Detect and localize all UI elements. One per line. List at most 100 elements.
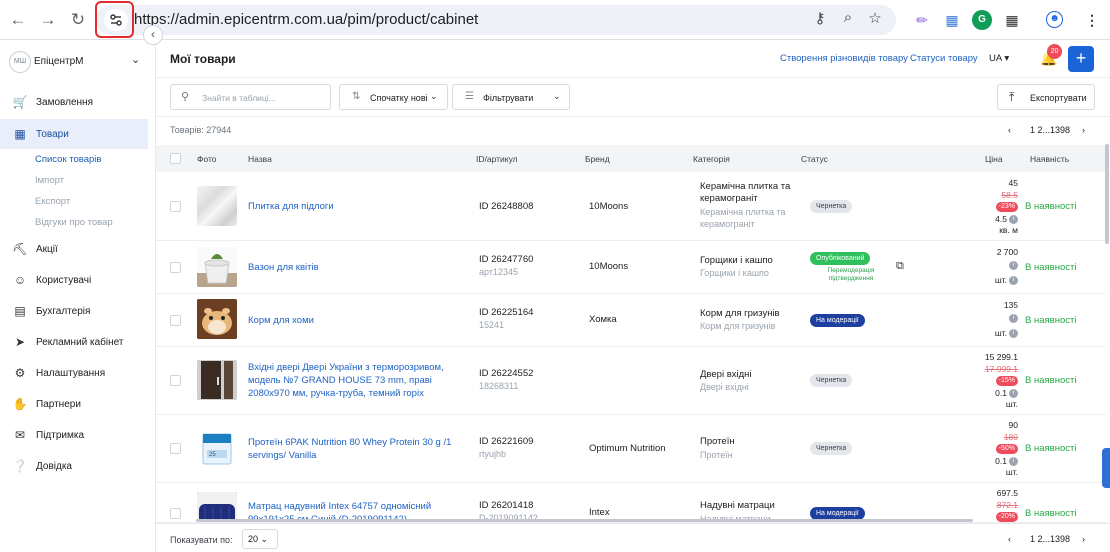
sidebar-item-ads[interactable]: ➤ Рекламний кабінет xyxy=(0,327,148,357)
sidebar-item-users[interactable]: ☺ Користувачі xyxy=(0,265,148,295)
product-photo[interactable] xyxy=(197,247,237,287)
old-price: 58.5 xyxy=(1001,190,1018,200)
table-toolbar: ⚲ Знайти в таблиці... ⇅ Спочатку нові ⌄ … xyxy=(156,77,1110,117)
row-checkbox[interactable] xyxy=(170,508,181,519)
chevron-down-icon[interactable]: ⌄ xyxy=(131,53,140,66)
sidebar-item-promotions[interactable]: ⛏ Акції xyxy=(0,234,148,264)
col-id[interactable]: ID/артикул xyxy=(476,154,518,164)
sidebar-item-orders[interactable]: 🛒 Замовлення xyxy=(0,87,148,117)
sidebar-item-partners[interactable]: ✋ Партнери xyxy=(0,389,148,419)
table-row[interactable]: Вазон для квітів ID 26247760 арт12345 10… xyxy=(156,241,1106,294)
select-all-checkbox[interactable] xyxy=(170,153,181,164)
search-input[interactable]: ⚲ Знайти в таблиці... xyxy=(170,84,331,110)
add-product-button[interactable]: + xyxy=(1068,46,1094,72)
col-brand[interactable]: Бренд xyxy=(585,154,610,164)
zoom-icon[interactable]: ⌕ xyxy=(837,9,859,26)
kebab-menu-icon[interactable]: ⋮ xyxy=(1082,10,1102,30)
info-icon[interactable]: i xyxy=(1009,276,1018,286)
status-badge: На модерації xyxy=(810,314,865,327)
product-photo[interactable] xyxy=(197,186,237,226)
copy-icon[interactable]: ⧉ xyxy=(896,260,904,273)
info-icon[interactable]: i xyxy=(1009,329,1018,339)
subitem-import[interactable]: Імпорт xyxy=(35,175,64,186)
grammar-extension-icon[interactable]: G xyxy=(972,10,992,30)
row-checkbox[interactable] xyxy=(170,262,181,273)
brand-name[interactable]: ЕпіцентрМ xyxy=(34,56,83,67)
product-photo[interactable] xyxy=(197,299,237,339)
table-row[interactable]: Матрац надувний Intex 64757 одномісний 9… xyxy=(156,483,1106,523)
info-icon[interactable]: i xyxy=(1009,314,1018,324)
col-name[interactable]: Назва xyxy=(248,154,272,164)
availability: В наявності xyxy=(1025,262,1077,273)
pagination[interactable]: 1 2...1398 xyxy=(1030,125,1070,135)
table-row[interactable]: Плитка для підлоги ID 26248808 10Moons К… xyxy=(156,172,1106,241)
forward-icon[interactable]: → xyxy=(36,8,60,32)
subitem-reviews[interactable]: Відгуки про товар xyxy=(35,217,113,228)
filter-dropdown[interactable]: ☰ Фільтрувати ⌄ xyxy=(452,84,570,110)
subitem-product-list[interactable]: Список товарів xyxy=(35,154,101,165)
next-page-icon[interactable]: › xyxy=(1082,534,1085,544)
table-row[interactable]: Корм для хоми ID 26225164 15241 Хомка Ко… xyxy=(156,294,1106,347)
price-info: i xyxy=(1007,260,1018,271)
status-badge: Чернетка xyxy=(810,442,853,455)
product-name[interactable]: Протеїн 6PAK Nutrition 80 Whey Protein 3… xyxy=(248,436,470,462)
export-button[interactable]: ⤒ Експортувати xyxy=(997,84,1095,110)
page-size-select[interactable]: 20 ⌄ xyxy=(242,529,278,549)
sidebar-item-help[interactable]: ❔ Довідка xyxy=(0,451,148,481)
info-icon[interactable]: i xyxy=(1009,389,1018,399)
prev-page-icon[interactable]: ‹ xyxy=(1008,125,1011,135)
collapse-sidebar-button[interactable]: ‹ xyxy=(143,25,163,45)
sidebar-item-support[interactable]: ✉ Підтримка xyxy=(0,420,148,450)
unit: шт. i xyxy=(995,328,1018,339)
next-page-icon[interactable]: › xyxy=(1082,125,1085,135)
product-name[interactable]: Вхідні двері Двері України з терморозрив… xyxy=(248,361,470,400)
language-select[interactable]: UA ▾ xyxy=(989,53,1009,64)
unit-value-text: 0.1 xyxy=(995,388,1007,398)
unit: кв. м xyxy=(999,225,1018,235)
profile-icon[interactable]: ☻ xyxy=(1046,11,1063,28)
product-name[interactable]: Плитка для підлоги xyxy=(248,200,470,213)
pagination[interactable]: 1 2...1398 xyxy=(1030,534,1070,544)
col-availability[interactable]: Наявність xyxy=(1030,154,1069,164)
unit: шт. xyxy=(1005,399,1018,409)
row-checkbox[interactable] xyxy=(170,315,181,326)
sidebar-item-accounting[interactable]: ▤ Бухгалтерія xyxy=(0,296,148,326)
table-row[interactable]: Вхідні двері Двері України з терморозрив… xyxy=(156,347,1106,415)
col-photo: Фото xyxy=(197,154,217,164)
info-icon[interactable]: i xyxy=(1009,457,1018,467)
key-icon[interactable]: ⚷ xyxy=(809,9,831,27)
puzzle-icon[interactable]: ▦ xyxy=(1002,10,1022,30)
product-name[interactable]: Корм для хоми xyxy=(248,314,470,327)
table-row[interactable]: 25 Протеїн 6PAK Nutrition 80 Whey Protei… xyxy=(156,415,1106,483)
product-photo[interactable] xyxy=(197,360,237,400)
sort-dropdown[interactable]: ⇅ Спочатку нові ⌄ xyxy=(339,84,448,110)
vertical-scrollbar[interactable] xyxy=(1105,144,1109,244)
side-widget-tab[interactable] xyxy=(1102,448,1110,488)
info-icon[interactable]: i xyxy=(1009,261,1018,271)
image-extension-icon[interactable]: ▦ xyxy=(942,10,962,30)
product-photo[interactable]: 25 xyxy=(197,428,237,468)
row-checkbox[interactable] xyxy=(170,375,181,386)
col-status[interactable]: Статус xyxy=(801,154,828,164)
statuses-link[interactable]: Статуси товару xyxy=(910,53,978,64)
svg-text:25: 25 xyxy=(209,452,216,458)
sidebar-item-settings[interactable]: ⚙ Налаштування xyxy=(0,358,148,388)
product-name[interactable]: Вазон для квітів xyxy=(248,261,470,274)
row-checkbox[interactable] xyxy=(170,443,181,454)
subitem-export[interactable]: Експорт xyxy=(35,196,70,207)
info-icon[interactable]: i xyxy=(1009,215,1018,225)
col-category[interactable]: Категорія xyxy=(693,154,730,164)
star-icon[interactable]: ☆ xyxy=(864,9,886,27)
url-text[interactable]: https://admin.epicentrm.com.ua/pim/produ… xyxy=(134,11,478,28)
back-icon[interactable]: ← xyxy=(6,8,30,32)
reload-icon[interactable]: ↻ xyxy=(66,8,90,32)
discount-badge: -50% xyxy=(995,444,1018,454)
unit-value: 4.5 i xyxy=(995,214,1018,225)
sidebar-item-products[interactable]: ▦ Товари xyxy=(0,119,148,149)
pen-extension-icon[interactable]: ✏ xyxy=(912,10,932,30)
prev-page-icon[interactable]: ‹ xyxy=(1008,534,1011,544)
col-price[interactable]: Ціна xyxy=(985,154,1003,164)
variants-link[interactable]: Створення різновидів товару xyxy=(780,53,908,64)
row-checkbox[interactable] xyxy=(170,201,181,212)
horizontal-scrollbar[interactable] xyxy=(196,519,973,522)
